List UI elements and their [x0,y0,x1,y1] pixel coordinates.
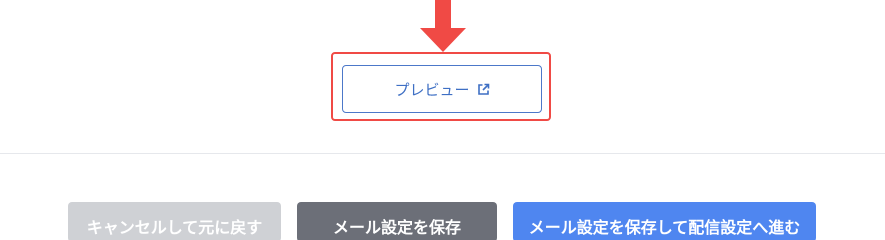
save-and-next-button-label: メール設定を保存して配信設定へ進む [528,218,801,237]
preview-button-label: プレビュー [394,80,470,99]
external-link-icon [477,83,490,96]
save-button-label: メール設定を保存 [332,218,461,237]
save-button[interactable]: メール設定を保存 [297,202,497,240]
save-and-next-button[interactable]: メール設定を保存して配信設定へ進む [513,202,816,240]
preview-button[interactable]: プレビュー [342,65,542,113]
cancel-button[interactable]: キャンセルして元に戻す [68,202,281,240]
section-divider [0,153,885,154]
page: プレビュー キャンセルして元に戻す メール設定を保存 メール設定を保存して配信設… [0,0,885,240]
down-arrow-icon [420,0,466,52]
cancel-button-label: キャンセルして元に戻す [86,218,263,237]
